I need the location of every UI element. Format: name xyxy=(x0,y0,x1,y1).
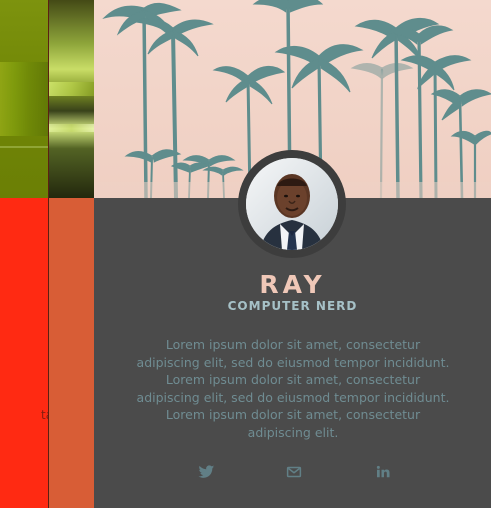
left-card-red[interactable]: ta xyxy=(0,0,53,508)
linkedin-link[interactable] xyxy=(374,463,392,481)
linkedin-icon xyxy=(376,465,390,478)
twitter-icon xyxy=(198,465,215,478)
profile-photo xyxy=(246,158,338,250)
left-card-red-image xyxy=(0,0,48,198)
profile-card: RAY COMPUTER NERD Lorem ipsum dolor sit … xyxy=(94,0,491,508)
mail-icon xyxy=(286,466,302,478)
left-card-orange-image xyxy=(49,0,94,198)
left-card-orange[interactable]: t xyxy=(48,0,145,508)
social-links xyxy=(94,463,491,481)
profile-name: RAY xyxy=(259,270,326,299)
twitter-link[interactable] xyxy=(197,463,215,481)
page: ta t xyxy=(0,0,491,508)
mail-link[interactable] xyxy=(285,463,303,481)
avatar-ring xyxy=(238,150,346,258)
profile-title: COMPUTER NERD xyxy=(227,299,358,313)
left-card-red-image-line xyxy=(0,146,48,148)
avatar xyxy=(246,158,338,250)
profile-bio: Lorem ipsum dolor sit amet, consectetur … xyxy=(136,337,450,440)
